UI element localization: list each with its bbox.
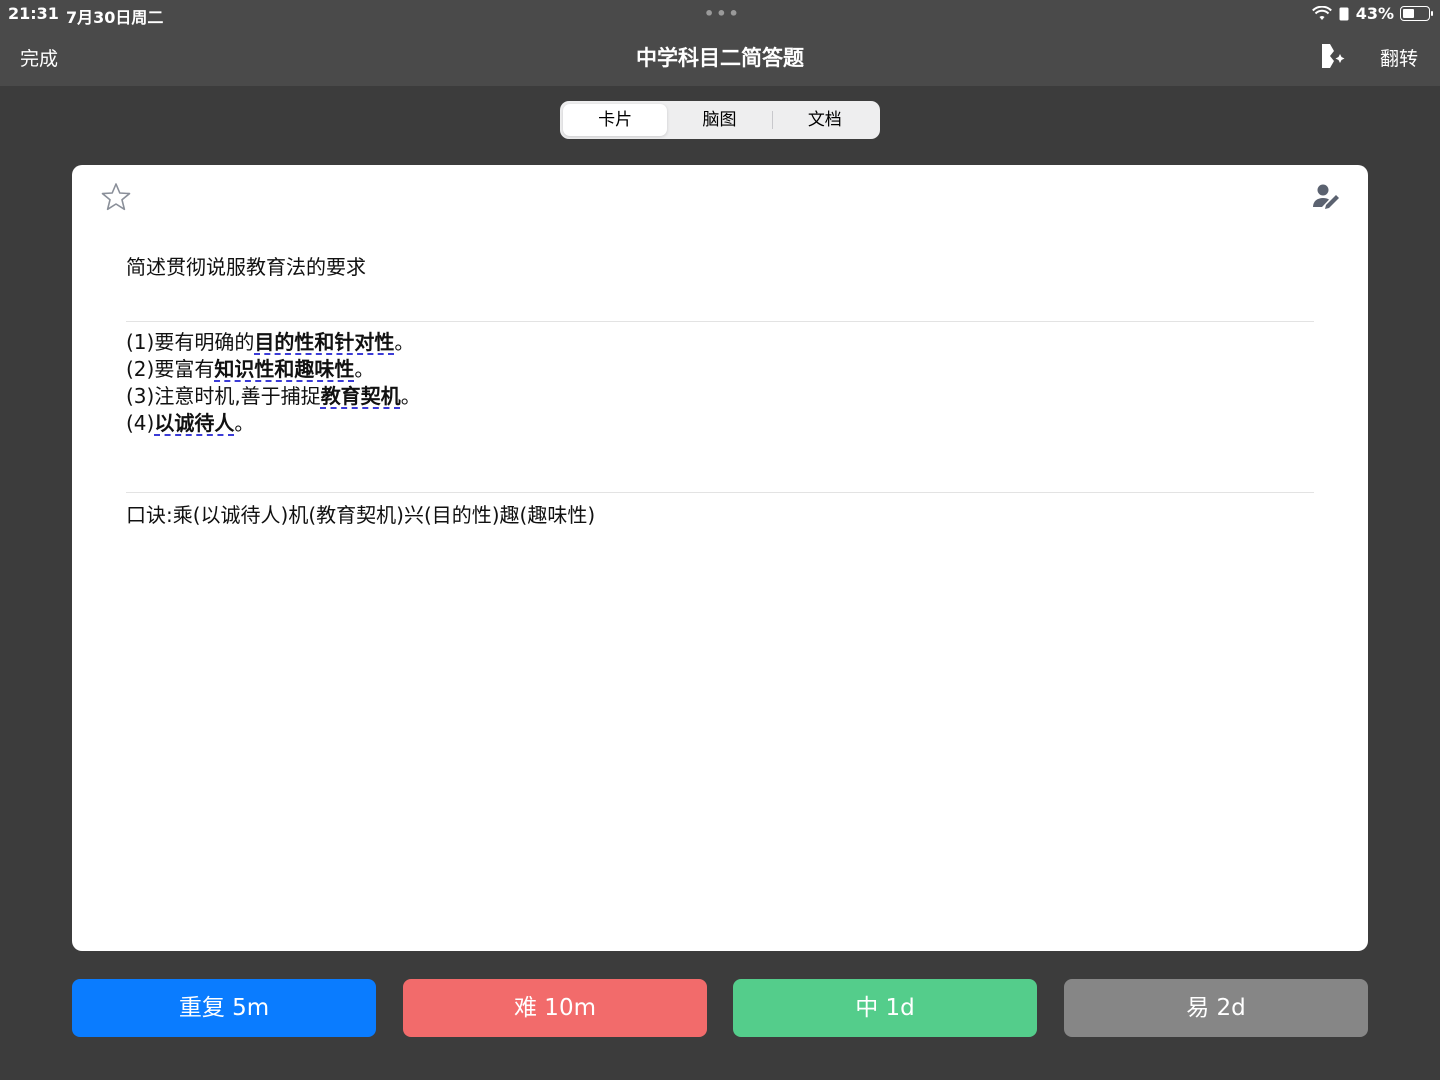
card-answer: (1)要有明确的目的性和针对性。 (2)要富有知识性和趣味性。 (3)注意时机,…: [126, 329, 421, 437]
tab-card[interactable]: 卡片: [563, 104, 668, 136]
hard-button[interactable]: 难 10m: [403, 979, 707, 1037]
card-mnemonic: 口诀:乘(以诚待人)机(教育契机)兴(目的性)趣(趣味性): [126, 503, 596, 527]
multitasking-dots[interactable]: •••: [704, 4, 741, 23]
answer-line: (4)以诚待人。: [126, 411, 255, 435]
navigation-bar: 完成 中学科目二简答题 翻转: [0, 28, 1440, 86]
tab-document[interactable]: 文档: [773, 104, 877, 136]
divider: [126, 492, 1314, 493]
flip-button[interactable]: 翻转: [1380, 44, 1418, 71]
wifi-icon: [1311, 5, 1332, 20]
battery-fill: [1403, 9, 1414, 18]
divider: [126, 321, 1314, 322]
status-date: 7月30日周二: [66, 8, 164, 27]
star-icon[interactable]: [100, 181, 132, 213]
done-button[interactable]: 完成: [20, 44, 58, 71]
rotation-lock-icon: [1339, 7, 1349, 20]
person-sparkle-icon[interactable]: [1318, 42, 1350, 70]
answer-line: (3)注意时机,善于捕捉教育契机。: [126, 384, 421, 408]
battery-icon: [1400, 6, 1433, 21]
deck-title: 中学科目二简答题: [636, 46, 804, 70]
easy-button[interactable]: 易 2d: [1064, 979, 1368, 1037]
tab-mindmap[interactable]: 脑图: [667, 104, 771, 136]
status-time: 21:31: [8, 4, 59, 23]
good-button[interactable]: 中 1d: [733, 979, 1037, 1037]
answer-line: (2)要富有知识性和趣味性。: [126, 357, 375, 381]
card-question: 简述贯彻说服教育法的要求: [126, 255, 366, 279]
status-right: 43%: [1311, 4, 1433, 23]
flashcard: 简述贯彻说服教育法的要求 (1)要有明确的目的性和针对性。 (2)要富有知识性和…: [72, 165, 1368, 951]
again-button[interactable]: 重复 5m: [72, 979, 376, 1037]
person-edit-icon[interactable]: [1310, 181, 1342, 213]
answer-line: (1)要有明确的目的性和针对性。: [126, 330, 415, 354]
view-mode-tabs: 卡片 脑图 文档: [560, 101, 880, 139]
status-bar: 21:31 7月30日周二 ••• 43%: [0, 0, 1440, 28]
battery-percent: 43%: [1355, 4, 1394, 23]
